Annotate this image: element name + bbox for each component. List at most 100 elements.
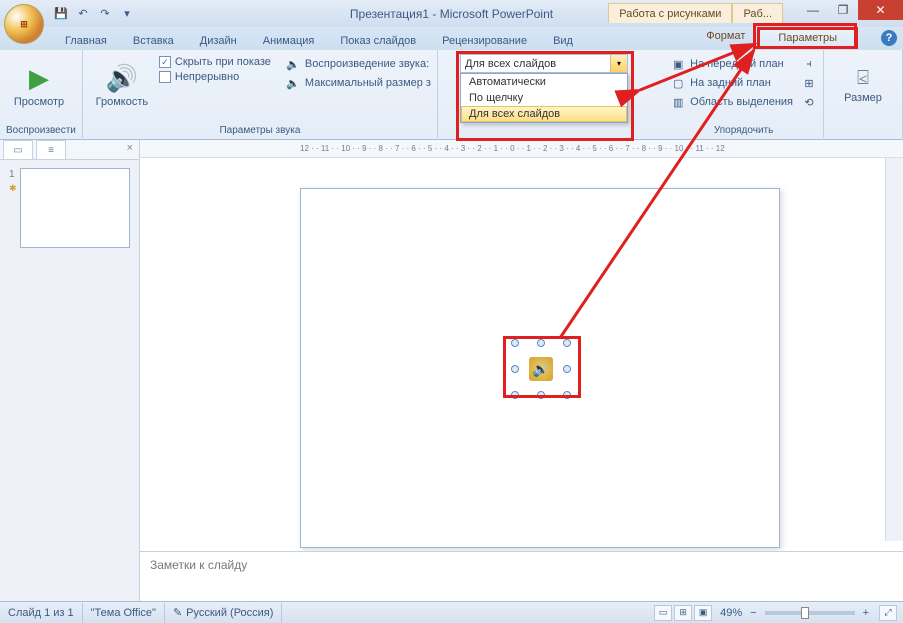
slide-thumbnail[interactable]: 1 ✱ — [20, 168, 130, 248]
group-arrange: ▣ На передний план ▢ На задний план ▥ Об… — [664, 50, 824, 138]
view-slideshow-button[interactable]: ▣ — [694, 605, 712, 621]
play-sound-row: 🔈 Воспроизведение звука: — [285, 56, 431, 72]
panel-tab-slides[interactable]: ▭ — [3, 140, 33, 159]
group-arrange-label: Упорядочить — [670, 124, 817, 138]
panel-tabs: ▭ ≡ × — [0, 140, 139, 160]
play-sound-dropdown[interactable]: Для всех слайдов ▾ — [460, 54, 628, 73]
loop-checkbox[interactable]: Непрерывно — [159, 71, 271, 83]
handle-w[interactable] — [511, 365, 519, 373]
zoom-slider[interactable] — [765, 611, 855, 615]
picture-tools-extra: Раб... — [732, 3, 783, 23]
zoom-percent[interactable]: 49% — [720, 607, 742, 619]
tab-format[interactable]: Формат — [694, 27, 757, 49]
qat-more-icon[interactable]: ▾ — [118, 5, 136, 23]
save-icon[interactable]: 💾 — [52, 5, 70, 23]
minimize-button[interactable]: — — [798, 0, 828, 20]
tab-view[interactable]: Вид — [540, 31, 586, 50]
panel-tab-outline[interactable]: ≡ — [36, 140, 66, 159]
align-button[interactable]: ⫞ — [801, 56, 817, 72]
send-back-label: На задний план — [690, 77, 771, 89]
group-size-label — [830, 135, 896, 138]
bring-front-label: На передний план — [690, 58, 784, 70]
volume-button[interactable]: 🔊 Громкость — [89, 52, 155, 118]
handle-n[interactable] — [537, 339, 545, 347]
dropdown-opt-allslides[interactable]: Для всех слайдов — [461, 106, 627, 122]
tab-animation[interactable]: Анимация — [250, 31, 328, 50]
status-slide-count: Слайд 1 из 1 — [0, 603, 83, 623]
checkbox-icon — [159, 71, 171, 83]
status-bar: Слайд 1 из 1 "Тема Office" ✎ Русский (Ро… — [0, 601, 903, 623]
group-sound-options-label: Параметры звука — [89, 124, 431, 138]
send-back-button[interactable]: ▢ На задний план — [670, 75, 793, 91]
dropdown-opt-click[interactable]: По щелчку — [461, 90, 627, 106]
window-controls: — ❐ ✕ — [798, 0, 903, 20]
zoom-out-button[interactable]: − — [750, 607, 756, 619]
handle-sw[interactable] — [511, 391, 519, 399]
rotate-button[interactable]: ⟲ — [801, 94, 817, 110]
maximize-button[interactable]: ❐ — [828, 0, 858, 20]
slide-canvas-area[interactable]: 🔊 — [140, 158, 903, 551]
content-area: ▭ ≡ × 1 ✱ 12 · · 11 · · 10 · · 9 · · 8 ·… — [0, 140, 903, 601]
notes-pane[interactable]: Заметки к слайду — [140, 551, 903, 601]
play-sound-dropdown-list: Автоматически По щелчку Для всех слайдов — [460, 73, 628, 123]
sound-object[interactable]: 🔊 — [521, 349, 561, 389]
play-sound-icon: 🔈 — [285, 56, 301, 72]
zoom-thumb[interactable] — [801, 607, 809, 619]
view-normal-button[interactable]: ▭ — [654, 605, 672, 621]
status-language-label: Русский (Россия) — [186, 607, 273, 619]
tab-design[interactable]: Дизайн — [187, 31, 250, 50]
slide-thumbnail-panel: ▭ ≡ × 1 ✱ — [0, 140, 140, 601]
handle-se[interactable] — [563, 391, 571, 399]
redo-icon[interactable]: ↷ — [96, 5, 114, 23]
max-size-icon: 🔈 — [285, 75, 301, 91]
thumb-animation-icon: ✱ — [9, 183, 17, 194]
close-button[interactable]: ✕ — [858, 0, 903, 20]
zoom-in-button[interactable]: + — [863, 607, 869, 619]
group-icon: ⊞ — [801, 75, 817, 91]
tab-review[interactable]: Рецензирование — [429, 31, 540, 50]
help-icon[interactable]: ? — [881, 30, 897, 46]
group-play: ▶ Просмотр Воспроизвести — [0, 50, 83, 138]
status-theme: "Тема Office" — [83, 603, 165, 623]
size-button[interactable]: ⍃ Размер — [830, 52, 896, 118]
preview-label: Просмотр — [14, 96, 64, 108]
bring-front-button[interactable]: ▣ На передний план — [670, 56, 793, 72]
selection-pane-label: Область выделения — [690, 96, 793, 108]
panel-close-icon[interactable]: × — [121, 140, 139, 159]
chevron-down-icon[interactable]: ▾ — [610, 55, 627, 72]
speaker-icon: 🔊 — [106, 63, 138, 94]
undo-icon[interactable]: ↶ — [74, 5, 92, 23]
max-size-row[interactable]: 🔈 Максимальный размер з — [285, 75, 431, 91]
tab-insert[interactable]: Вставка — [120, 31, 187, 50]
scrollbar-vertical[interactable] — [885, 158, 903, 541]
handle-nw[interactable] — [511, 339, 519, 347]
tab-home[interactable]: Главная — [52, 31, 120, 50]
handle-e[interactable] — [563, 365, 571, 373]
sound-icon: 🔊 — [529, 357, 553, 381]
dropdown-selected: Для всех слайдов — [461, 58, 610, 70]
view-sorter-button[interactable]: ⊞ — [674, 605, 692, 621]
slide-editor: 12 · · 11 · · 10 · · 9 · · 8 · · 7 · · 6… — [140, 140, 903, 601]
picture-tools-label: Работа с рисунками — [608, 3, 732, 23]
handle-s[interactable] — [537, 391, 545, 399]
contextual-tab-header: Работа с рисунками Раб... — [608, 0, 783, 27]
selection-pane-button[interactable]: ▥ Область выделения — [670, 94, 793, 110]
ribbon-tabstrip: Главная Вставка Дизайн Анимация Показ сл… — [0, 27, 903, 50]
tab-options[interactable]: Параметры — [757, 27, 858, 49]
slide[interactable]: 🔊 — [300, 188, 780, 548]
status-language[interactable]: ✎ Русский (Россия) — [165, 603, 283, 623]
tab-slideshow[interactable]: Показ слайдов — [327, 31, 429, 50]
fit-to-window-button[interactable]: ⤢ — [879, 605, 897, 621]
hide-on-show-checkbox[interactable]: ✓ Скрыть при показе — [159, 56, 271, 68]
quick-access-toolbar: 💾 ↶ ↷ ▾ — [52, 5, 136, 23]
group-button[interactable]: ⊞ — [801, 75, 817, 91]
hide-on-show-label: Скрыть при показе — [175, 56, 271, 68]
dropdown-opt-auto[interactable]: Автоматически — [461, 74, 627, 90]
selection-pane-icon: ▥ — [670, 94, 686, 110]
preview-button[interactable]: ▶ Просмотр — [6, 52, 72, 118]
handle-ne[interactable] — [563, 339, 571, 347]
office-button[interactable]: ⊞ — [4, 4, 44, 44]
play-icon: ▶ — [29, 63, 49, 94]
size-icon: ⍃ — [857, 67, 869, 90]
volume-label: Громкость — [96, 96, 148, 108]
